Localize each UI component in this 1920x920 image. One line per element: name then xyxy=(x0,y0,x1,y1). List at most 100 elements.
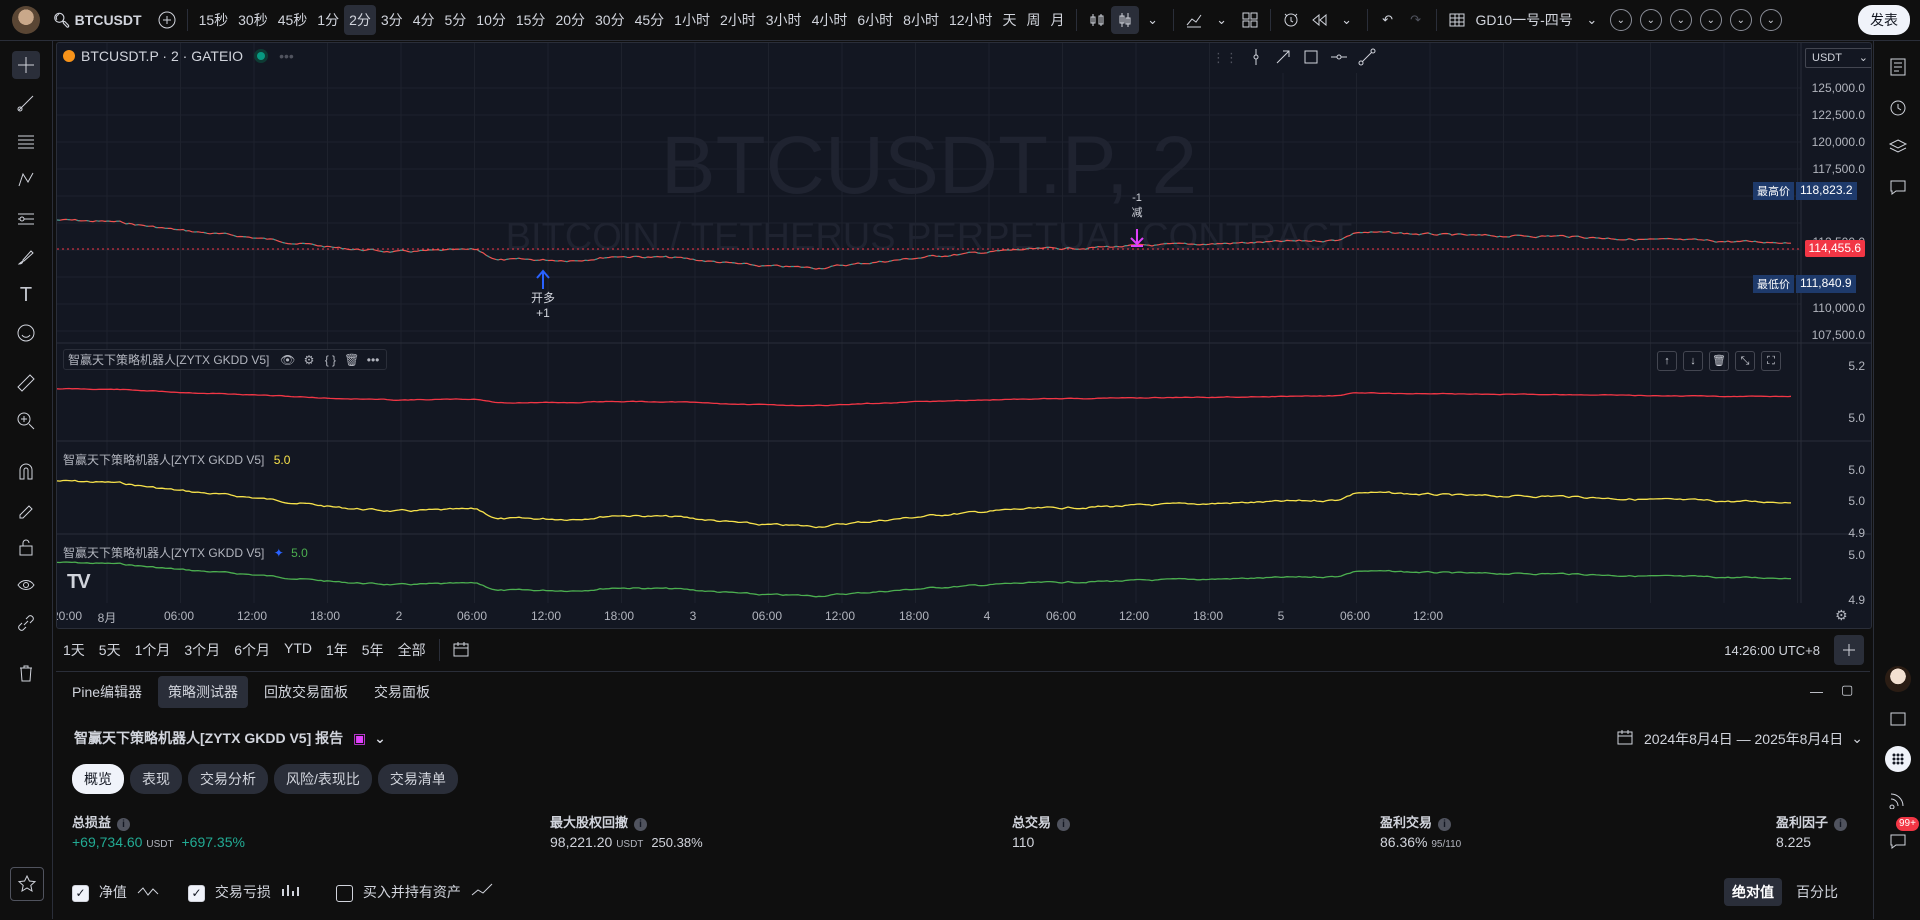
report-subtab[interactable]: 交易分析 xyxy=(188,764,268,794)
expand-icon[interactable] xyxy=(1834,635,1864,665)
report-subtab[interactable]: 风险/表现比 xyxy=(274,764,372,794)
checkbox-icon[interactable]: ✓ xyxy=(72,884,89,902)
chevron-down-icon[interactable]: ⌄ xyxy=(1609,9,1632,31)
layout-grid-icon[interactable] xyxy=(1236,6,1264,34)
chevron-down-icon[interactable]: ⌄ xyxy=(1699,9,1722,31)
maximize-icon[interactable]: ⛶ xyxy=(1761,351,1781,371)
candles-icon[interactable] xyxy=(1110,6,1139,34)
ruler-icon[interactable] xyxy=(12,369,40,397)
interval-button[interactable]: 30分 xyxy=(590,5,630,35)
layers-icon[interactable] xyxy=(1884,133,1912,161)
interval-button[interactable]: 15分 xyxy=(511,5,551,35)
range-button[interactable]: 1年 xyxy=(319,640,355,660)
percent-mode-button[interactable]: 百分比 xyxy=(1788,878,1846,906)
settings-icon[interactable]: ⚙ xyxy=(300,353,318,367)
drag-handle-icon[interactable]: ⋮⋮ xyxy=(1212,50,1238,66)
maximize-panel-icon[interactable]: ▢ xyxy=(1841,682,1853,698)
chevron-down-icon[interactable]: ⌄ xyxy=(1729,9,1752,31)
interval-button[interactable]: 周 xyxy=(1022,5,1046,35)
layout-table-icon[interactable] xyxy=(1443,6,1471,34)
interval-button[interactable]: 天 xyxy=(998,5,1022,35)
more-icon[interactable]: ••• xyxy=(364,353,382,367)
trash-icon[interactable] xyxy=(12,659,40,687)
avatar[interactable] xyxy=(12,6,40,34)
report-subtab[interactable]: 交易清单 xyxy=(377,764,458,794)
interval-button[interactable]: 2分 xyxy=(344,5,376,35)
minimize-panel-icon[interactable]: — xyxy=(1810,684,1823,699)
bar-type-icon[interactable] xyxy=(1083,6,1111,34)
forecast-icon[interactable] xyxy=(12,205,40,233)
range-button[interactable]: 6个月 xyxy=(227,640,277,660)
report-subtab[interactable]: 概览 xyxy=(72,764,124,794)
clock-label[interactable]: 14:26:00 UTC+8 xyxy=(1724,643,1820,658)
alert-icon[interactable] xyxy=(1277,6,1305,34)
link-icon[interactable] xyxy=(12,609,40,637)
eye-icon[interactable]: 👁︎ xyxy=(279,353,297,367)
alarm-clock-icon[interactable] xyxy=(1884,93,1912,121)
crosshair-icon[interactable] xyxy=(12,51,40,79)
screen-icon[interactable] xyxy=(1884,705,1912,733)
chevron-down-icon[interactable]: ⌄ xyxy=(1639,9,1662,31)
interval-button[interactable]: 月 xyxy=(1046,5,1070,35)
chart-legend[interactable]: BTCUSDT.P · 2 · GATEIO ••• xyxy=(63,48,294,64)
watchlist-icon[interactable] xyxy=(1884,53,1912,81)
apps-grid-icon[interactable] xyxy=(1884,745,1912,773)
chevron-down-icon[interactable]: ⌄ xyxy=(1669,9,1692,31)
interval-button[interactable]: 6小时 xyxy=(852,5,898,35)
interval-button[interactable]: 45秒 xyxy=(273,5,313,35)
range-button[interactable]: 3个月 xyxy=(177,640,227,660)
interval-button[interactable]: 15秒 xyxy=(194,5,234,35)
trend-line-icon[interactable] xyxy=(12,89,40,117)
broadcast-icon[interactable] xyxy=(1884,785,1912,813)
move-down-icon[interactable]: ↓ xyxy=(1683,351,1703,371)
interval-button[interactable]: 2小时 xyxy=(715,5,761,35)
indicator-line-1[interactable] xyxy=(57,387,1792,407)
indicator-line-2[interactable] xyxy=(57,479,1791,529)
chevron-down-icon[interactable]: ⌄ xyxy=(1333,6,1361,34)
entry-marker[interactable] xyxy=(536,269,550,289)
move-up-icon[interactable]: ↑ xyxy=(1657,351,1677,371)
date-range[interactable]: 2024年8月4日 — 2025年8月4日 ⌄ xyxy=(1616,728,1863,749)
indicator-line-3[interactable] xyxy=(57,561,1791,598)
interval-button[interactable]: 1分 xyxy=(312,5,344,35)
replay-icon[interactable] xyxy=(1305,6,1333,34)
absolute-mode-button[interactable]: 绝对值 xyxy=(1724,878,1782,906)
indicator-pane-3-title[interactable]: 智赢天下策略机器人[ZYTX GKDD V5] ✦ 5.0 xyxy=(63,544,308,561)
interval-button[interactable]: 8小时 xyxy=(898,5,944,35)
magnet-icon[interactable] xyxy=(12,457,40,485)
horizontal-ray-icon[interactable] xyxy=(1330,48,1348,69)
report-subtab[interactable]: 表现 xyxy=(130,764,182,794)
chevron-down-icon[interactable]: ⌄ xyxy=(1578,6,1606,34)
bottom-tab[interactable]: 交易面板 xyxy=(364,676,440,708)
lock-icon[interactable] xyxy=(12,533,40,561)
range-button[interactable]: 5天 xyxy=(92,640,128,660)
add-symbol-icon[interactable] xyxy=(153,6,181,34)
interval-button[interactable]: 30秒 xyxy=(233,5,273,35)
checkbox-buy-hold[interactable]: 买入并持有资产 xyxy=(336,882,493,902)
rectangle-icon[interactable] xyxy=(1302,48,1320,69)
info-icon[interactable]: i xyxy=(1438,818,1452,831)
eye-icon[interactable] xyxy=(12,571,40,599)
brush-icon[interactable] xyxy=(12,243,40,271)
delete-pane-icon[interactable]: 🗑︎ xyxy=(1709,351,1729,371)
source-code-icon[interactable]: { } xyxy=(321,353,339,367)
emoji-icon[interactable] xyxy=(12,319,40,347)
bottom-tab[interactable]: 策略测试器 xyxy=(158,676,249,708)
info-icon[interactable]: i xyxy=(1057,818,1071,831)
more-dots-icon[interactable]: ••• xyxy=(279,48,294,64)
redo-icon[interactable]: ↷ xyxy=(1402,6,1430,34)
checkbox-icon[interactable]: ✓ xyxy=(188,884,205,902)
range-button[interactable]: 全部 xyxy=(391,640,433,660)
range-button[interactable]: 5年 xyxy=(355,640,391,660)
trash-icon[interactable]: 🗑︎ xyxy=(343,353,361,367)
interval-button[interactable]: 3小时 xyxy=(761,5,807,35)
range-button[interactable]: YTD xyxy=(277,640,319,660)
chevron-down-icon[interactable]: ⌄ xyxy=(1139,6,1167,34)
indicator-pane-1-title[interactable]: 智赢天下策略机器人[ZYTX GKDD V5] 👁︎ ⚙ { } 🗑︎ ••• xyxy=(63,349,388,370)
interval-button[interactable]: 20分 xyxy=(550,5,590,35)
favorites-star-icon[interactable] xyxy=(10,867,44,901)
bottom-tab[interactable]: Pine编辑器 xyxy=(62,676,152,708)
interval-button[interactable]: 10分 xyxy=(471,5,511,35)
interval-button[interactable]: 12小时 xyxy=(944,5,998,35)
layout-name[interactable]: GD10一号-四号 xyxy=(1471,5,1578,35)
